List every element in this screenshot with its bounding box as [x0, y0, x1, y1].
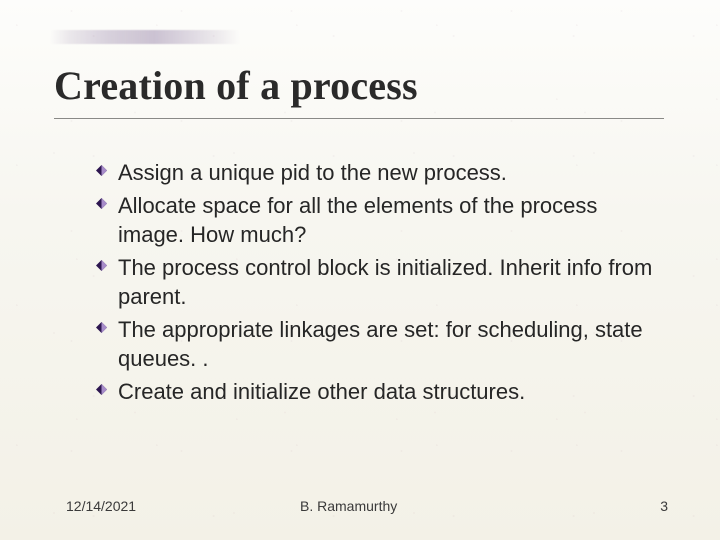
footer-page-number: 3: [660, 498, 668, 514]
slide: Creation of a process Assign a unique pi…: [0, 0, 720, 540]
list-item-text: The appropriate linkages are set: for sc…: [118, 317, 643, 371]
diamond-bullet-icon: [96, 198, 107, 209]
list-item: The appropriate linkages are set: for sc…: [96, 315, 656, 373]
slide-title: Creation of a process: [54, 62, 418, 109]
list-item: Assign a unique pid to the new process.: [96, 158, 656, 187]
diamond-bullet-icon: [96, 260, 107, 271]
list-item-text: Allocate space for all the elements of t…: [118, 193, 597, 247]
footer-date: 12/14/2021: [66, 498, 136, 514]
list-item-text: Assign a unique pid to the new process.: [118, 160, 507, 185]
title-accent-bar: [50, 30, 240, 44]
slide-footer: 12/14/2021 B. Ramamurthy 3: [0, 492, 720, 514]
diamond-bullet-icon: [96, 322, 107, 333]
list-item: The process control block is initialized…: [96, 253, 656, 311]
list-item-text: Create and initialize other data structu…: [118, 379, 525, 404]
list-item: Allocate space for all the elements of t…: [96, 191, 656, 249]
list-item: Create and initialize other data structu…: [96, 377, 656, 406]
diamond-bullet-icon: [96, 384, 107, 395]
title-underline: [54, 118, 664, 119]
footer-author: B. Ramamurthy: [300, 498, 397, 514]
diamond-bullet-icon: [96, 165, 107, 176]
bullet-list: Assign a unique pid to the new process. …: [96, 158, 656, 410]
list-item-text: The process control block is initialized…: [118, 255, 652, 309]
